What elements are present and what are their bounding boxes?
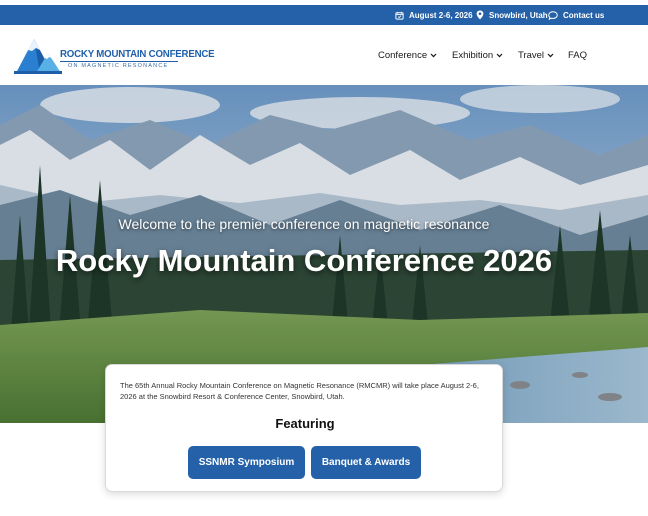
location-pin-icon bbox=[476, 10, 484, 20]
featuring-heading: Featuring bbox=[275, 416, 335, 431]
event-date-text: August 2-6, 2026 bbox=[409, 10, 473, 20]
nav-item-faq[interactable]: FAQ bbox=[568, 50, 587, 61]
banquet-awards-button[interactable]: Banquet & Awards bbox=[311, 446, 421, 479]
top-info-bar: August 2-6, 2026 Snowbird, Utah Contact … bbox=[0, 5, 648, 25]
nav-item-label: Travel bbox=[518, 50, 545, 61]
event-location: Snowbird, Utah bbox=[476, 5, 548, 25]
nav-item-label: FAQ bbox=[568, 50, 588, 61]
logo-subtitle: ON MAGNETIC RESONANCE bbox=[68, 63, 169, 69]
nav-item-conference[interactable]: Conference bbox=[378, 50, 437, 61]
site-header: ROCKY MOUNTAIN CONFERENCE ON MAGNETIC RE… bbox=[0, 25, 648, 85]
chevron-down-icon bbox=[430, 50, 437, 61]
nav-item-label: Exhibition bbox=[452, 50, 494, 61]
logo-title: ROCKY MOUNTAIN CONFERENCE bbox=[60, 48, 215, 60]
chevron-down-icon bbox=[496, 50, 503, 61]
hero-welcome-text: Welcome to the premier conference on mag… bbox=[118, 216, 490, 232]
calendar-icon bbox=[395, 11, 404, 20]
contact-link-text: Contact us bbox=[563, 10, 605, 20]
contact-link[interactable]: Contact us bbox=[548, 5, 604, 25]
nav-item-label: Conference bbox=[378, 50, 428, 61]
event-date: August 2-6, 2026 bbox=[395, 5, 473, 25]
chat-bubble-icon bbox=[548, 10, 558, 20]
logo-divider bbox=[60, 61, 178, 62]
nav-item-exhibition[interactable]: Exhibition bbox=[452, 50, 503, 61]
hero-title: Rocky Mountain Conference 2026 bbox=[55, 243, 553, 278]
event-location-text: Snowbird, Utah bbox=[489, 10, 548, 20]
chevron-down-icon bbox=[547, 50, 554, 61]
nav-item-travel[interactable]: Travel bbox=[518, 50, 554, 61]
featuring-card: The 65th Annual Rocky Mountain Conferenc… bbox=[105, 364, 503, 492]
conference-description: The 65th Annual Rocky Mountain Conferenc… bbox=[120, 381, 479, 401]
ssnmr-symposium-button[interactable]: SSNMR Symposium bbox=[188, 446, 305, 479]
site-logo[interactable]: ROCKY MOUNTAIN CONFERENCE ON MAGNETIC RE… bbox=[14, 36, 215, 76]
